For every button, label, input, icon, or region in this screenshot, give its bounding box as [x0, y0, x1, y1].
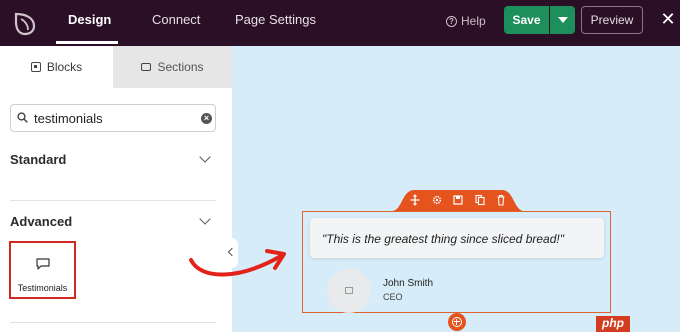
testimonials-block-label: Testimonials [17, 283, 68, 293]
tab-blocks[interactable]: Blocks [0, 46, 113, 88]
help-label: Help [461, 14, 486, 28]
tab-blocks-label: Blocks [46, 60, 83, 74]
curved-arrow-icon [189, 249, 286, 277]
plus-icon [452, 317, 462, 327]
block-search-field[interactable]: testimonials × [10, 104, 216, 132]
divider [10, 322, 216, 323]
seedprod-logo-icon[interactable] [10, 8, 40, 38]
sections-icon [141, 63, 152, 71]
save-block-icon[interactable] [453, 193, 463, 205]
section-standard[interactable]: Standard [10, 152, 66, 167]
save-button[interactable]: Save [504, 6, 549, 34]
delete-icon[interactable] [496, 193, 506, 206]
search-icon [17, 112, 28, 123]
speech-bubble-icon [36, 258, 50, 270]
testimonials-block[interactable]: Testimonials [9, 241, 76, 299]
tab-design[interactable]: Design [68, 0, 111, 46]
help-icon: ? [446, 15, 457, 27]
search-input[interactable]: testimonials [34, 111, 103, 126]
close-icon[interactable]: ✕ [660, 10, 676, 28]
blocks-sidebar: Blocks Sections testimonials × Standard … [0, 46, 232, 332]
duplicate-icon[interactable] [474, 193, 485, 206]
move-icon[interactable] [410, 193, 420, 206]
top-bar: Design Connect Page Settings ? Help Save… [0, 0, 680, 46]
preview-button[interactable]: Preview [581, 6, 643, 34]
clear-search-icon[interactable]: × [201, 113, 212, 124]
help-link[interactable]: ? Help [446, 12, 486, 30]
tab-page-settings[interactable]: Page Settings [235, 0, 316, 46]
tab-sections-label: Sections [157, 60, 204, 74]
save-options-dropdown[interactable] [550, 6, 575, 34]
testimonial-name: John Smith [383, 278, 434, 289]
chevron-down-icon[interactable] [199, 151, 211, 163]
testimonial-role: CEO [383, 292, 403, 302]
image-placeholder-icon [345, 287, 353, 294]
section-advanced[interactable]: Advanced [10, 214, 72, 229]
tab-connect[interactable]: Connect [152, 0, 200, 46]
testimonial-quote: "This is the greatest thing since sliced… [322, 232, 564, 246]
add-block-button[interactable] [448, 313, 466, 331]
active-tab-indicator [56, 41, 118, 44]
php-watermark: php [596, 316, 630, 332]
settings-gear-icon[interactable] [432, 193, 442, 205]
block-toolbar-actions [410, 193, 506, 209]
chevron-down-icon[interactable] [199, 213, 211, 225]
blocks-icon [30, 62, 41, 72]
tab-sections[interactable]: Sections [113, 46, 232, 88]
divider [10, 200, 216, 201]
